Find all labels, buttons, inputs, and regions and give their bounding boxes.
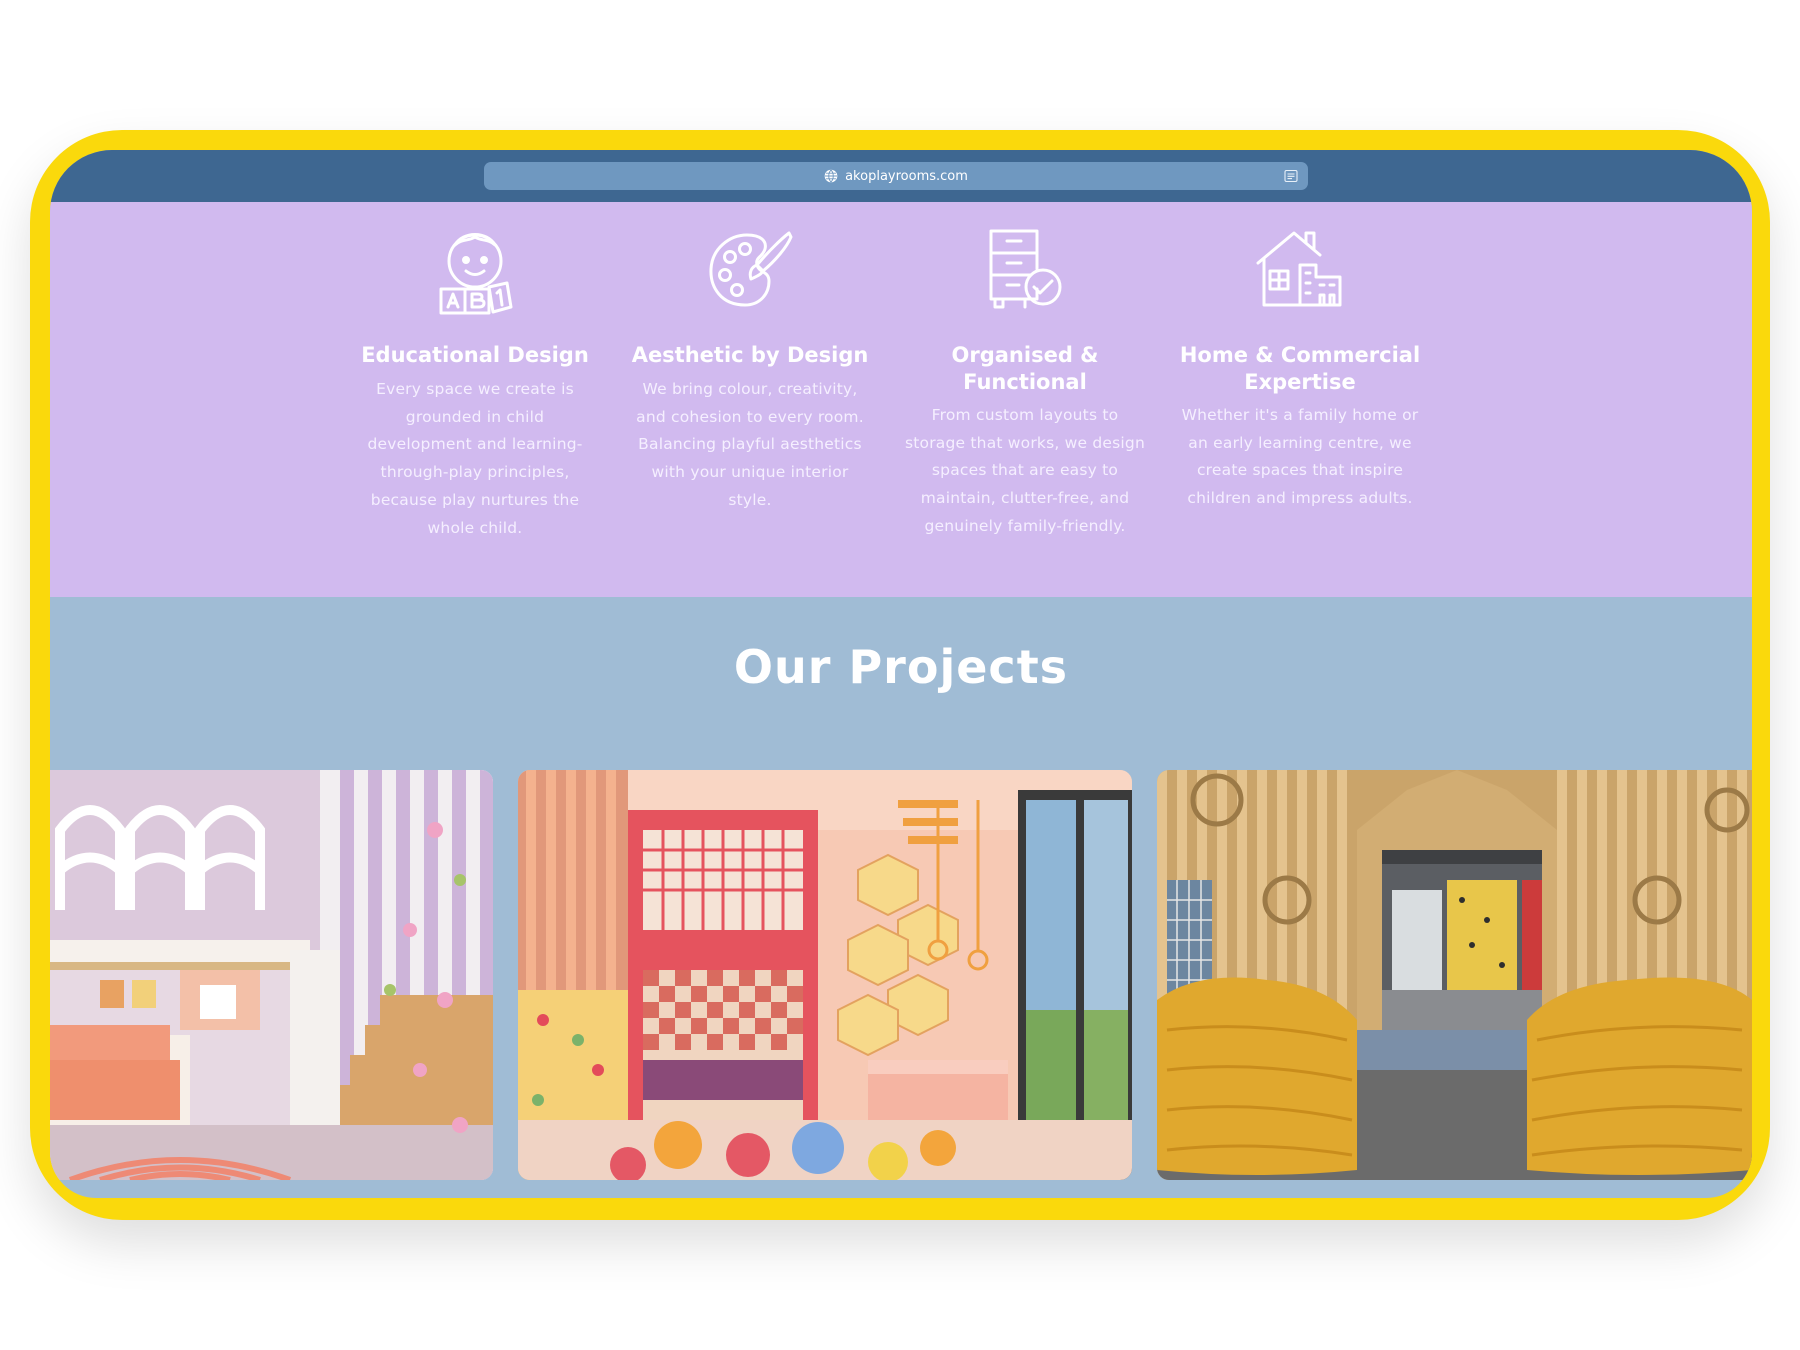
feature-description: From custom layouts to storage that work… (904, 406, 1145, 535)
url-text: akoplayrooms.com (845, 168, 968, 184)
browser-window: akoplayrooms.com Educational Design Ever… (50, 150, 1752, 1198)
feature-description: Every space we create is grounded in chi… (367, 380, 583, 537)
project-card-climbing-playroom[interactable] (518, 770, 1132, 1180)
address-bar[interactable]: akoplayrooms.com (484, 162, 1308, 190)
project-card-learning-centre[interactable] (1157, 770, 1752, 1180)
feature-title: Aesthetic by Design (631, 343, 869, 367)
feature-title: Organised & Functional (951, 343, 1099, 394)
project-image-learning-centre (1157, 770, 1752, 1180)
organised-drawers-icon (989, 229, 1062, 309)
browser-toolbar: akoplayrooms.com (50, 150, 1752, 202)
child-with-blocks-icon (439, 233, 513, 315)
features-section: Educational Design Every space we create… (50, 202, 1752, 597)
project-image-loft-bedroom (50, 770, 493, 1180)
feature-title: Home & Commercial Expertise (1179, 343, 1421, 394)
home-and-building-icon (1256, 231, 1342, 307)
feature-description: Whether it's a family home or an early l… (1181, 406, 1419, 508)
paint-palette-icon (709, 231, 793, 307)
projects-heading: Our Projects (733, 640, 1069, 694)
project-image-climbing-playroom (518, 770, 1132, 1180)
project-card-loft-bedroom[interactable] (50, 770, 493, 1180)
feature-description: We bring colour, creativity, and cohesio… (636, 380, 864, 509)
globe-icon (824, 169, 838, 183)
reader-icon[interactable] (1284, 169, 1298, 183)
feature-title: Educational Design (361, 343, 589, 367)
